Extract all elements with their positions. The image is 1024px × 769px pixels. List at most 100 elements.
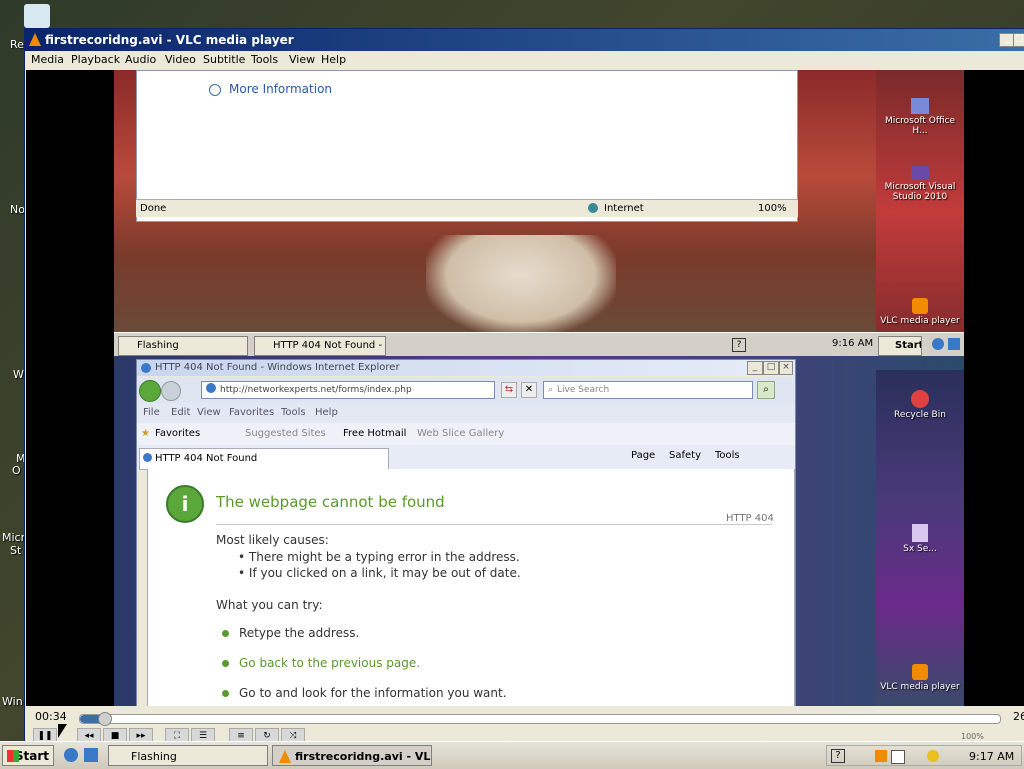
inner-task-flashing[interactable]: Flashing xyxy=(118,336,248,356)
try-item-link[interactable]: Go back to the previous page. xyxy=(222,656,420,670)
task-label: Flashing xyxy=(131,750,177,763)
start-button[interactable]: Start xyxy=(2,745,54,766)
seek-knob[interactable] xyxy=(98,712,112,726)
cmd-safety[interactable]: Safety xyxy=(669,450,701,461)
wallpaper-cat xyxy=(426,235,616,335)
status-zoom[interactable]: 100% xyxy=(758,200,787,217)
maximize-button[interactable]: □ xyxy=(763,361,779,375)
tray-security-icon[interactable] xyxy=(927,750,939,762)
desktop-icon-vlc-top[interactable]: VLC media player xyxy=(876,298,964,326)
inner-task-ie404[interactable]: HTTP 404 Not Found - W... xyxy=(254,336,386,356)
menu-subtitle[interactable]: Subtitle xyxy=(203,51,245,69)
ie-window-title: HTTP 404 Not Found - Windows Internet Ex… xyxy=(155,362,400,373)
menu-help[interactable]: Help xyxy=(321,51,346,69)
task-label: firstrecoridng.avi - VLC... xyxy=(295,750,431,763)
address-input[interactable]: http://networkexperts.net/forms/index.ph… xyxy=(201,381,495,399)
error-page-content: i The webpage cannot be found HTTP 404 M… xyxy=(147,469,795,706)
ie-quicklaunch-icon[interactable] xyxy=(64,748,78,762)
menu-audio[interactable]: Audio xyxy=(125,51,156,69)
tab-label: HTTP 404 Not Found xyxy=(155,453,258,464)
vlc-title-bar[interactable]: firstrecoridng.avi - VLC media player _ … xyxy=(25,29,1024,51)
search-input[interactable]: ⌕ Live Search xyxy=(543,381,753,399)
minimize-button[interactable]: _ xyxy=(747,361,763,375)
desktop-quicklaunch-icon[interactable] xyxy=(948,338,960,350)
desktop-icon-label: Sx Se... xyxy=(903,544,937,554)
causes-heading: Most likely causes: xyxy=(216,533,329,547)
desktop-icon-label: Microsoft Office H... xyxy=(884,116,956,136)
vlc-cone-icon xyxy=(279,750,291,763)
favorites-button[interactable]: Favorites xyxy=(155,423,200,445)
menu-tools[interactable]: Tools xyxy=(281,403,306,423)
desktop-icon-label: Recycle Bin xyxy=(894,410,946,420)
document-icon xyxy=(912,524,928,542)
ie-icon xyxy=(141,363,151,373)
ie-favorites-bar: ★ Favorites Suggested Sites Free Hotmail… xyxy=(137,423,795,445)
inner-clock: 9:16 AM xyxy=(832,338,874,349)
tab-http-404[interactable]: HTTP 404 Not Found xyxy=(139,448,389,470)
fav-suggested-sites[interactable]: Suggested Sites xyxy=(245,423,326,445)
more-information-link[interactable]: More Information xyxy=(229,82,332,96)
menu-tools[interactable]: Tools xyxy=(251,51,278,69)
menu-media[interactable]: Media xyxy=(31,51,64,69)
desktop-label: Re xyxy=(10,38,24,51)
bullet-icon xyxy=(222,690,229,697)
windows-logo-icon xyxy=(7,750,19,762)
desktop-label: Micr xyxy=(2,531,26,544)
menu-video[interactable]: Video xyxy=(165,51,196,69)
help-icon[interactable]: ? xyxy=(831,749,845,763)
maximize-button[interactable]: □ xyxy=(1013,33,1024,47)
desktop-icon-office[interactable]: Microsoft Office H... xyxy=(876,98,964,136)
refresh-icon[interactable]: ⇆ xyxy=(501,382,517,398)
forward-button-icon[interactable] xyxy=(161,381,181,401)
volume-level[interactable]: 100% xyxy=(961,732,984,741)
menu-favorites[interactable]: Favorites xyxy=(229,403,274,423)
stop-icon[interactable]: ✕ xyxy=(521,382,537,398)
search-go-icon[interactable]: ⌕ xyxy=(757,381,775,399)
ie-quicklaunch-icon[interactable] xyxy=(932,338,944,350)
cmd-page[interactable]: Page xyxy=(631,450,655,461)
desktop-icon-visual-studio[interactable]: Microsoft Visual Studio 2010 xyxy=(876,166,964,202)
menu-edit[interactable]: Edit xyxy=(171,403,190,423)
desktop-icon-label: Microsoft Visual Studio 2010 xyxy=(884,182,956,202)
inner-start-button[interactable]: Start xyxy=(878,336,922,356)
status-zone: Internet xyxy=(604,203,644,214)
search-icon: ⌕ xyxy=(548,385,554,395)
ie-404-window: HTTP 404 Not Found - Windows Internet Ex… xyxy=(136,359,796,706)
video-area[interactable]: More Information Done Internet 100% Micr… xyxy=(26,70,1024,706)
tray-vlc-icon[interactable] xyxy=(875,750,887,762)
ie-title-bar[interactable]: HTTP 404 Not Found - Windows Internet Ex… xyxy=(137,360,795,376)
ie-window-quicklaunch-icon[interactable] xyxy=(84,748,98,762)
ie-page-icon xyxy=(143,453,152,462)
menu-file[interactable]: File xyxy=(143,403,160,423)
start-label: Start xyxy=(14,749,49,763)
vlc-window: firstrecoridng.avi - VLC media player _ … xyxy=(24,28,1024,744)
menu-help[interactable]: Help xyxy=(315,403,338,423)
back-button-icon[interactable] xyxy=(139,380,161,402)
time-elapsed: 00:34 xyxy=(35,710,67,723)
desktop-label: St xyxy=(10,544,22,557)
task-vlc[interactable]: firstrecoridng.avi - VLC... xyxy=(272,745,432,766)
task-flashing[interactable]: Flashing xyxy=(108,745,268,766)
menu-view[interactable]: View xyxy=(289,51,315,69)
close-button[interactable]: × xyxy=(779,361,793,375)
desktop-icon-recycle-bin[interactable]: Recycle Bin xyxy=(876,390,964,420)
fav-web-slice-gallery[interactable]: Web Slice Gallery xyxy=(417,423,504,445)
mouse-cursor xyxy=(58,724,67,738)
tray-display-icon[interactable] xyxy=(891,750,905,764)
ie-status-bar: Done Internet 100% xyxy=(136,199,798,217)
menu-view[interactable]: View xyxy=(197,403,221,423)
bullet-icon xyxy=(222,630,229,637)
seek-slider[interactable] xyxy=(79,712,1001,726)
desktop-icon-vlc-bottom[interactable]: VLC media player xyxy=(876,664,964,692)
search-placeholder: Live Search xyxy=(557,385,610,395)
desktop-label: No xyxy=(10,203,25,216)
fav-free-hotmail[interactable]: Free Hotmail xyxy=(343,423,406,445)
menu-playback[interactable]: Playback xyxy=(71,51,120,69)
help-icon: ? xyxy=(732,338,746,352)
cmd-tools[interactable]: Tools xyxy=(715,450,740,461)
ie-address-bar-row: http://networkexperts.net/forms/index.ph… xyxy=(137,377,795,403)
desktop-icon-sx[interactable]: Sx Se... xyxy=(876,524,964,554)
recycle-bin-icon[interactable] xyxy=(24,4,50,28)
vlc-window-title: firstrecoridng.avi - VLC media player xyxy=(45,33,294,47)
vlc-controls: 00:34 26 ❚❚ ◂◂ ■ ▸▸ ⛶ ☰ ≡ ↻ ⤨ 100% xyxy=(25,706,1024,744)
